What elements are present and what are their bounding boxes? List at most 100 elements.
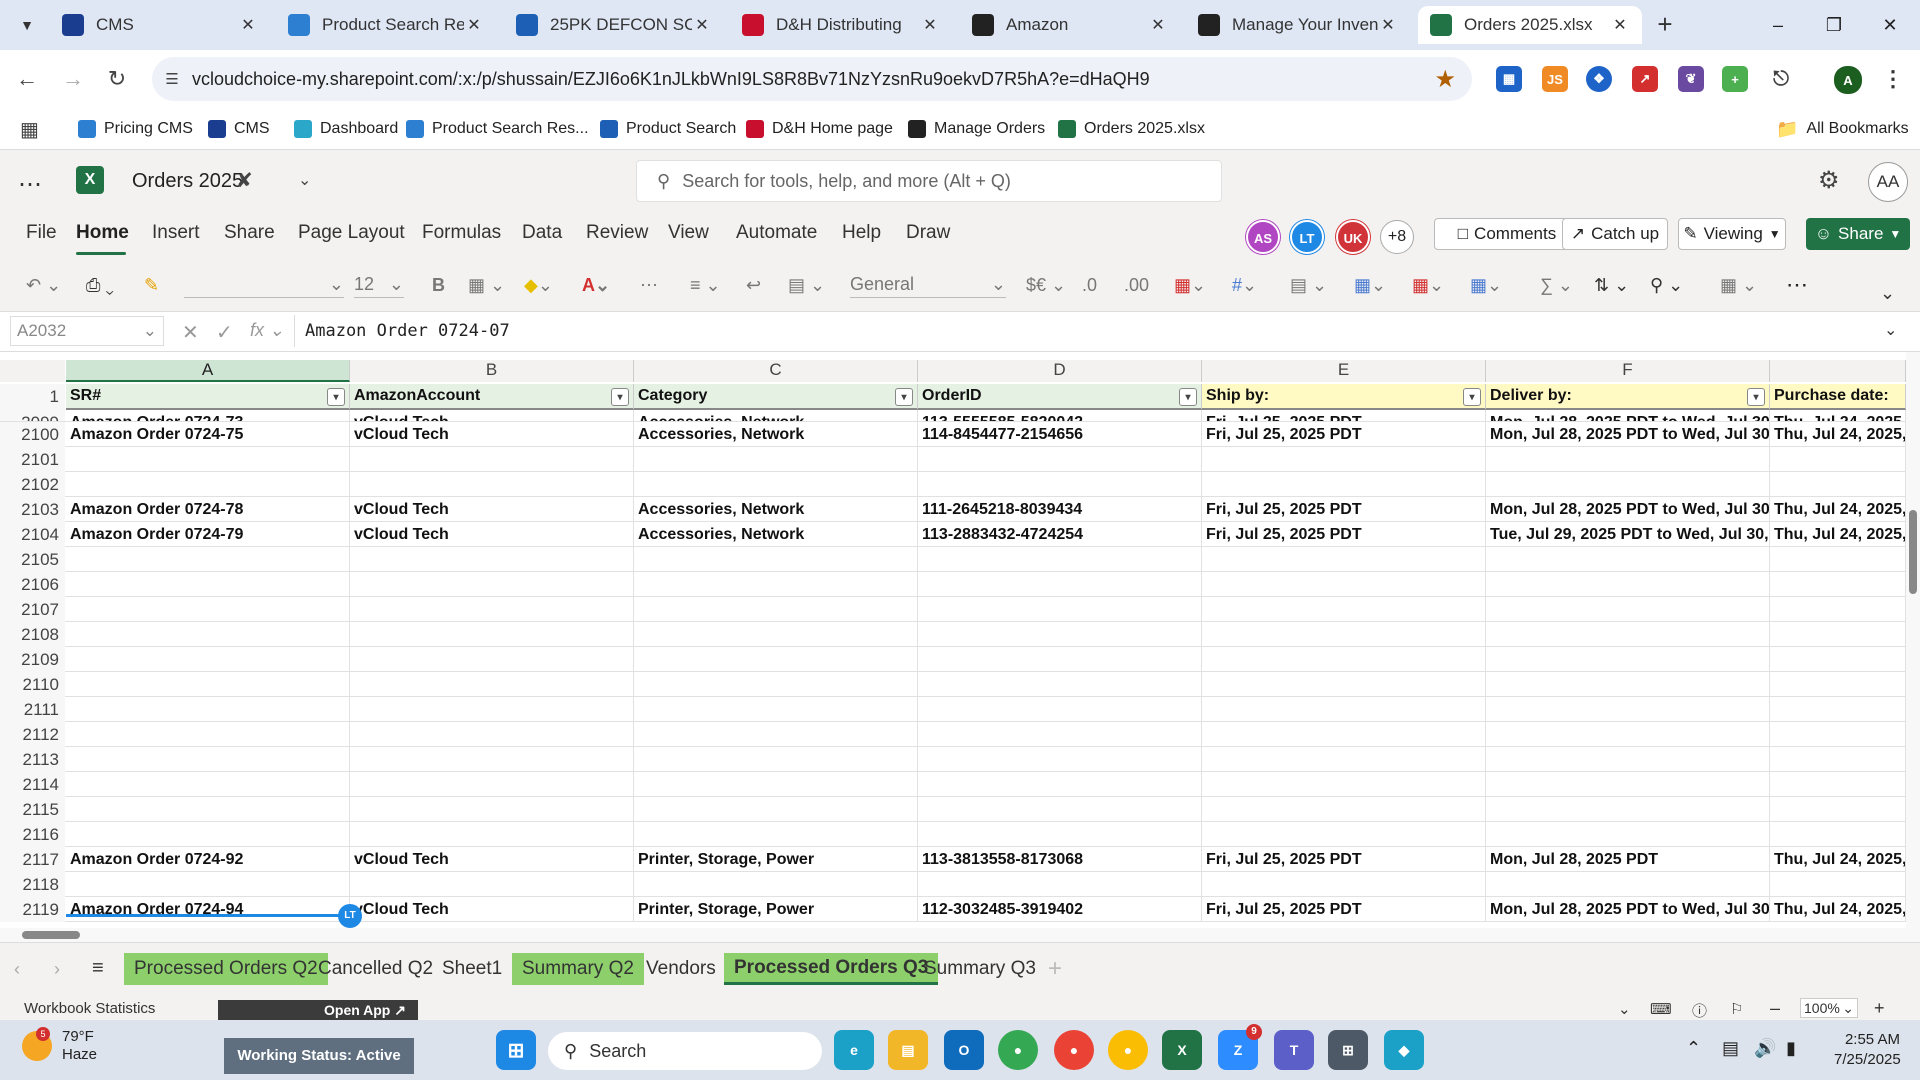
- sheet-tab[interactable]: Sheet1: [432, 953, 512, 985]
- ribbon-tab[interactable]: View: [668, 222, 709, 244]
- grid-cell[interactable]: [634, 572, 918, 597]
- grid-cell[interactable]: [1486, 822, 1770, 847]
- grid-cell[interactable]: [634, 772, 918, 797]
- collaborator-avatar[interactable]: UK: [1336, 220, 1370, 254]
- grid-cell[interactable]: 111-2645218-8039434: [918, 497, 1202, 522]
- grid-cell[interactable]: [918, 697, 1202, 722]
- grid-cell[interactable]: [634, 472, 918, 497]
- sheet-tab[interactable]: Vendors: [636, 953, 726, 985]
- filter-dropdown-icon[interactable]: ▾: [1463, 388, 1481, 406]
- grid-cell[interactable]: [1770, 547, 1906, 572]
- row-number[interactable]: 2105: [0, 547, 65, 572]
- table-row[interactable]: 2110: [0, 672, 1906, 697]
- row-number[interactable]: 2110: [0, 672, 65, 697]
- grid-cell[interactable]: [1486, 872, 1770, 897]
- grid-cell[interactable]: [634, 447, 918, 472]
- grid-cell[interactable]: [918, 872, 1202, 897]
- ribbon-tab[interactable]: Automate: [736, 222, 817, 244]
- grid-cell[interactable]: [66, 597, 350, 622]
- grid-cell[interactable]: [1770, 447, 1906, 472]
- extensions-puzzle-icon[interactable]: ⎋: [1768, 66, 1794, 92]
- grid-cell[interactable]: [1486, 572, 1770, 597]
- grid-cell[interactable]: Printer, Storage, Power: [634, 897, 918, 922]
- grid-cell[interactable]: [66, 672, 350, 697]
- new-tab-button[interactable]: +: [1650, 10, 1680, 40]
- grid-cell[interactable]: [350, 722, 634, 747]
- edge-icon[interactable]: e: [834, 1030, 874, 1070]
- ribbon-tab[interactable]: Formulas: [422, 222, 501, 244]
- chrome-icon[interactable]: ●: [998, 1030, 1038, 1070]
- grid-cell[interactable]: [1770, 672, 1906, 697]
- grid-cell[interactable]: 113-5555585-5820042: [918, 410, 1202, 421]
- grid-cell[interactable]: Thu, Jul 24, 2025,: [1770, 497, 1906, 522]
- grid-cell[interactable]: [350, 797, 634, 822]
- more-collaborators[interactable]: +8: [1380, 220, 1414, 254]
- find-icon[interactable]: ⚲ ⌄: [1650, 272, 1683, 298]
- grid-cell[interactable]: [1202, 747, 1486, 772]
- header-cell[interactable]: Deliver by: ▾: [1486, 384, 1770, 410]
- filter-dropdown-icon[interactable]: ▾: [327, 388, 345, 406]
- grid-cell[interactable]: [1486, 772, 1770, 797]
- close-tab-icon[interactable]: ✕: [920, 15, 940, 35]
- grid-cell[interactable]: vCloud Tech: [350, 497, 634, 522]
- all-bookmarks[interactable]: 📁 All Bookmarks: [1776, 116, 1909, 142]
- grid-cell[interactable]: Thu, Jul 24, 2025,: [1770, 422, 1906, 447]
- browser-tab[interactable]: Manage Your Invento ✕: [1186, 6, 1410, 44]
- grid-cell[interactable]: [66, 872, 350, 897]
- align-icon[interactable]: ≡ ⌄: [690, 272, 721, 298]
- grid-cell[interactable]: 114-8454477-2154656: [918, 422, 1202, 447]
- column-header[interactable]: E: [1202, 360, 1486, 382]
- working-status-banner[interactable]: Working Status: Active: [224, 1038, 414, 1074]
- grid-cell[interactable]: [1770, 572, 1906, 597]
- formula-input[interactable]: Amazon Order 0724-07: [294, 315, 1894, 347]
- grid-cell[interactable]: [1770, 722, 1906, 747]
- grid-cell[interactable]: vCloud Tech: [350, 897, 634, 922]
- filter-dropdown-icon[interactable]: ▾: [1179, 388, 1197, 406]
- header-cell[interactable]: OrderID ▾: [918, 384, 1202, 410]
- grid-cell[interactable]: Mon, Jul 28, 2025 PDT to Wed, Jul 30,: [1486, 422, 1770, 447]
- extension-js-icon[interactable]: JS: [1542, 66, 1568, 92]
- sheet-tab[interactable]: Processed Orders Q2: [124, 953, 328, 985]
- url-text[interactable]: vcloudchoice-my.sharepoint.com/:x:/p/shu…: [192, 69, 1150, 90]
- grid-cell[interactable]: [634, 872, 918, 897]
- grid-cell[interactable]: [66, 797, 350, 822]
- row-number[interactable]: 2115: [0, 797, 65, 822]
- grid-cell[interactable]: [918, 822, 1202, 847]
- grid-cell[interactable]: vCloud Tech: [350, 422, 634, 447]
- number-format-select[interactable]: General ⌄: [850, 272, 1006, 298]
- windows-start-icon[interactable]: ⊞: [496, 1030, 536, 1070]
- feedback-icon[interactable]: ⚐: [1730, 1000, 1743, 1018]
- delete-cells-icon[interactable]: ▦ ⌄: [1412, 272, 1444, 298]
- bookmark-item[interactable]: Dashboard: [294, 116, 398, 142]
- filter-dropdown-icon[interactable]: ▾: [611, 388, 629, 406]
- grid-cell[interactable]: [1770, 622, 1906, 647]
- grid-cell[interactable]: [918, 572, 1202, 597]
- taskbar-search[interactable]: ⚲ Search: [548, 1032, 822, 1070]
- column-header[interactable]: F: [1486, 360, 1770, 382]
- open-app-button[interactable]: Open App ↗: [218, 1000, 418, 1020]
- grid-cell[interactable]: [1202, 447, 1486, 472]
- zoom-out-icon[interactable]: –: [1770, 998, 1780, 1019]
- spreadsheet-grid[interactable]: ABCDEF 1 SR# ▾ AmazonAccount ▾ Category ▾ Orde…: [0, 352, 1920, 942]
- grid-cell[interactable]: [1202, 647, 1486, 672]
- table-row[interactable]: 2100 Amazon Order 0724-75 vCloud Tech Acces…: [0, 422, 1906, 447]
- ribbon-tab[interactable]: Data: [522, 222, 562, 244]
- teams-icon[interactable]: T: [1274, 1030, 1314, 1070]
- grid-cell[interactable]: [66, 647, 350, 672]
- help-icon[interactable]: ⓘ: [1692, 1000, 1707, 1021]
- grid-cell[interactable]: [1486, 722, 1770, 747]
- currency-icon[interactable]: $€ ⌄: [1026, 272, 1066, 298]
- row-number[interactable]: 2103: [0, 497, 65, 522]
- grid-cell[interactable]: [66, 572, 350, 597]
- grid-cell[interactable]: [634, 722, 918, 747]
- grid-cell[interactable]: Fri, Jul 25, 2025 PDT: [1202, 897, 1486, 922]
- grid-cell[interactable]: [918, 597, 1202, 622]
- chrome-alt-icon[interactable]: ●: [1108, 1030, 1148, 1070]
- grid-cell[interactable]: [918, 472, 1202, 497]
- ribbon-tab[interactable]: Home: [76, 222, 129, 244]
- conditional-format-icon[interactable]: ▦ ⌄: [1174, 272, 1206, 298]
- restore-button[interactable]: ❐: [1812, 8, 1856, 42]
- row-number[interactable]: 2104: [0, 522, 65, 547]
- add-ins-icon[interactable]: ▦ ⌄: [1720, 272, 1757, 298]
- grid-cell[interactable]: [66, 722, 350, 747]
